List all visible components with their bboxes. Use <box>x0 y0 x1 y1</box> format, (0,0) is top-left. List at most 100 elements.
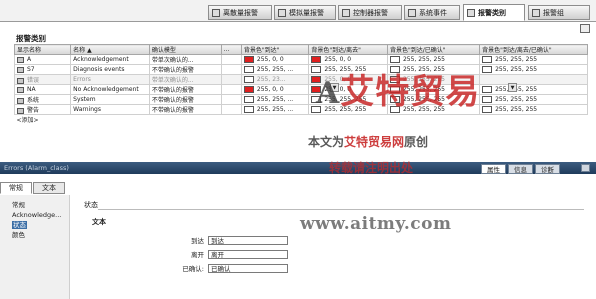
field-row-arrive: 到达 到达 <box>138 235 288 245</box>
tab-texts[interactable]: 文本 <box>33 182 65 194</box>
col-ack-model[interactable]: 确认模型 <box>148 44 222 55</box>
col-display-name[interactable]: 显示名称 <box>13 44 72 55</box>
cell-bg-arrive[interactable]: 255, 255, ... <box>240 64 310 75</box>
arrive-text-input[interactable]: 到达 <box>208 235 288 245</box>
tab-properties[interactable]: 属性 <box>481 164 506 174</box>
property-nav: 常规 Acknowledge... 状态 颜色 <box>0 195 70 299</box>
cell-name[interactable]: System <box>70 94 150 105</box>
add-row[interactable]: <添加> <box>15 115 588 125</box>
cell-more[interactable] <box>220 84 242 95</box>
cell-text: Warnings <box>73 106 101 113</box>
tab-analog-alarms[interactable]: 模拟量报警 <box>274 5 336 20</box>
cell-more[interactable] <box>220 54 242 65</box>
cell-bg-arrive-leave-ack[interactable]: 255, 255, 255 <box>479 64 588 75</box>
cell-name[interactable]: Acknowledgement <box>70 54 150 65</box>
cell-bg-arrive-leave-ack[interactable]: 255, 255, 255 <box>479 54 588 65</box>
cell-display-name[interactable]: S7 <box>13 64 72 75</box>
cell-bg-arrive[interactable]: 255, 255, ... <box>240 94 310 105</box>
tab-diagnostics[interactable]: 诊断 <box>535 164 560 174</box>
cell-bg-arrive-leave-ack[interactable]: 255, 255, 255 <box>479 84 588 95</box>
cell-display-name[interactable]: NA <box>13 84 72 95</box>
tab-alarm-classes[interactable]: 报警类别 <box>463 4 525 21</box>
cell-bg-arrive[interactable]: 255, 0, 0 <box>240 84 310 95</box>
acknowledged-text-input[interactable]: 已确认 <box>208 263 288 273</box>
cell-display-name[interactable]: 警告 <box>13 104 72 115</box>
leave-text-input[interactable]: 离开 <box>208 249 288 259</box>
cell-name[interactable]: Errors <box>70 74 150 85</box>
cell-bg-arrive-leave[interactable]: 255, 0, 0 <box>308 54 388 65</box>
cell-ack-model[interactable]: 不带确认的报警 <box>148 64 222 75</box>
cell-bg-arrive-leave-ack[interactable]: 255, 255, 255 <box>479 94 588 105</box>
cell-ack-model[interactable]: 不带确认的报警 <box>148 104 222 115</box>
table-row[interactable]: NA No Acknowledgement 不带确认的报警 255, 0, 0 255,… <box>13 84 588 95</box>
cell-name[interactable]: Diagnosis events <box>70 64 150 75</box>
export-icon[interactable] <box>580 24 590 33</box>
cell-bg-arrive[interactable]: 255, 0, 0 <box>240 54 310 65</box>
cell-bg-arrive-ack[interactable]: 255, 255, 255 <box>386 54 481 65</box>
cell-bg-arrive[interactable]: 255, 255, ... <box>240 104 310 115</box>
tab-label: 模拟量报警 <box>289 8 324 17</box>
color-swatch <box>482 66 493 73</box>
cell-ack-model[interactable]: 不带确认的报警 <box>148 84 222 95</box>
section-title: 报警类别 <box>16 34 46 43</box>
cell-name[interactable]: Warnings <box>70 104 150 115</box>
col-bg-arrive-leave[interactable]: 背景色"到达/离去" <box>308 44 388 55</box>
table-row[interactable]: 错误 Errors 带单次确认的... 255, 23... 255, 0, 0 255,… <box>13 74 588 85</box>
inspector-tabs: 属性 信息 诊断 <box>481 164 560 174</box>
cell-name[interactable]: No Acknowledgement <box>70 84 150 95</box>
tab-controller-alarms[interactable]: 控制器报警 <box>338 5 402 20</box>
cell-bg-arrive-leave-ack[interactable] <box>479 74 588 85</box>
cell-display-name[interactable]: 错误 <box>13 74 72 85</box>
nav-item-acknowledge[interactable]: Acknowledge... <box>0 210 69 220</box>
table-row[interactable]: A Acknowledgement 带单次确认的... 255, 0, 0 255, 0… <box>13 54 588 65</box>
color-swatch <box>243 106 254 113</box>
tab-system-events[interactable]: 系统事件 <box>404 5 460 20</box>
cell-text: 错误 <box>27 77 40 84</box>
watermark-url: www.aitmy.com <box>300 214 452 234</box>
col-more[interactable]: ... <box>220 44 242 55</box>
nav-item-colors[interactable]: 颜色 <box>0 230 69 240</box>
cell-ack-model[interactable]: 不带确认的报警 <box>148 94 222 105</box>
cell-more[interactable] <box>220 74 242 85</box>
cell-bg-arrive[interactable]: 255, 23... <box>240 74 310 85</box>
color-swatch <box>243 76 254 83</box>
table-row[interactable]: 警告 Warnings 不带确认的报警 255, 255, ... 255, 255, … <box>13 104 588 115</box>
color-swatch <box>389 56 400 63</box>
nav-item-status[interactable]: 状态 <box>0 220 69 230</box>
table-header-row: 显示名称 名称 ▲ 确认模型 ... 背景色"到达" 背景色"到达/离去" 背景… <box>13 44 588 55</box>
chevron-down-icon[interactable]: ▼ <box>508 83 517 92</box>
watermark-logo: A艾特贸易 <box>316 64 480 113</box>
system-event-icon <box>408 8 416 17</box>
field-row-leave: 离开 离开 <box>138 249 288 259</box>
cell-more[interactable] <box>220 94 242 105</box>
cell-ack-model[interactable]: 带单次确认的... <box>148 54 222 65</box>
property-subtabs: 常规 文本 <box>0 182 66 194</box>
color-swatch <box>243 56 254 63</box>
cell-text: 警告 <box>27 107 40 114</box>
col-name[interactable]: 名称 ▲ <box>70 44 150 55</box>
collapse-icon[interactable] <box>581 164 590 172</box>
cell-bg-arrive-leave-ack[interactable]: 255, 255, 255 <box>479 104 588 115</box>
cell-more[interactable] <box>220 104 242 115</box>
nav-label: Acknowledge... <box>12 211 62 219</box>
tab-alarm-groups[interactable]: 报警组 <box>528 5 590 20</box>
tab-general[interactable]: 常规 <box>0 182 32 194</box>
col-bg-arrive-ack[interactable]: 背景色"到达/已确认" <box>386 44 481 55</box>
col-bg-arrive[interactable]: 背景色"到达" <box>240 44 310 55</box>
cell-text: 255, 255, 255 <box>495 106 538 113</box>
tab-discrete-alarms[interactable]: 离散量报警 <box>208 5 272 20</box>
analog-alarm-icon <box>278 8 286 17</box>
cell-ack-model[interactable]: 带单次确认的... <box>148 74 222 85</box>
cell-text: Errors <box>73 76 91 83</box>
watermark-brand: 艾特贸易网 <box>344 135 405 149</box>
cell-display-name[interactable]: A <box>13 54 72 65</box>
col-bg-arrive-leave-ack[interactable]: 背景色"到达/离去/已确认" <box>479 44 588 55</box>
table-row[interactable]: S7 Diagnosis events 不带确认的报警 255, 255, ... 25… <box>13 64 588 75</box>
add-row-label[interactable]: <添加> <box>15 115 588 125</box>
tab-info[interactable]: 信息 <box>508 164 533 174</box>
nav-item-general[interactable]: 常规 <box>0 200 69 210</box>
table-row[interactable]: 系统 System 不带确认的报警 255, 255, ... 255, 255, 25… <box>13 94 588 105</box>
cell-more[interactable] <box>220 64 242 75</box>
cell-display-name[interactable]: 系统 <box>13 94 72 105</box>
color-swatch <box>482 106 493 113</box>
